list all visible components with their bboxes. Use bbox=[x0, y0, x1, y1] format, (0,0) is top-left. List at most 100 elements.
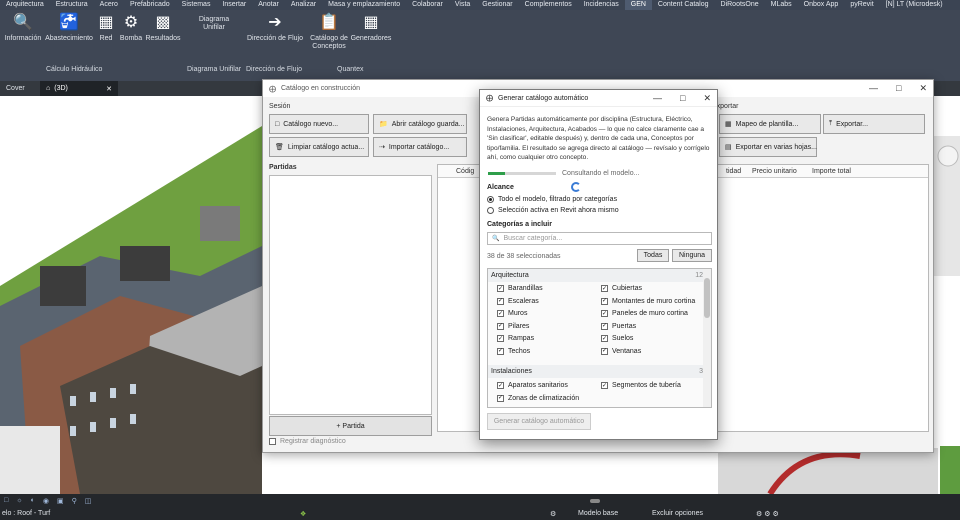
categories-list[interactable]: Arquitectura 12 ✓ Barandillas ✓ Escaleras ✓ Mu… bbox=[487, 268, 712, 408]
menu-item[interactable]: Incidencias bbox=[578, 0, 625, 10]
todas-button[interactable]: Todas bbox=[637, 249, 669, 262]
scope-seleccion-radio[interactable]: Selección activa en Revit ahora mismo bbox=[487, 207, 619, 214]
maximize-icon[interactable]: □ bbox=[896, 83, 901, 94]
generar-catalogo-button[interactable]: Generar catálogo automático bbox=[487, 413, 591, 430]
sun-icon[interactable]: ☼ bbox=[16, 497, 22, 504]
bomba-button[interactable]: ⚙ Bomba bbox=[117, 14, 145, 43]
col-importe[interactable]: Importe total bbox=[812, 168, 851, 175]
col-precio[interactable]: Precio unitario bbox=[752, 168, 797, 175]
scrollbar[interactable] bbox=[703, 269, 711, 407]
category-checkbox[interactable]: ✓ Cubiertas bbox=[601, 285, 642, 292]
menu-item[interactable]: DiRootsOne bbox=[715, 0, 765, 10]
menu-item[interactable]: Sistemas bbox=[176, 0, 217, 10]
progress-bar bbox=[488, 172, 556, 175]
shadow-icon[interactable]: ◐ bbox=[31, 497, 35, 504]
menu-item[interactable]: Content Catalog bbox=[652, 0, 715, 10]
importar-catalogo-button[interactable]: ⇢ Importar catálogo... bbox=[373, 137, 467, 157]
menu-item[interactable]: Insertar bbox=[216, 0, 252, 10]
categorias-label: Categorías a incluir bbox=[487, 221, 552, 228]
informacion-button[interactable]: 🔍 Información bbox=[4, 14, 42, 43]
scrollbar-thumb[interactable] bbox=[704, 278, 710, 318]
menu-item[interactable]: Acero bbox=[94, 0, 124, 10]
scope-todo-radio[interactable]: Todo el modelo, filtrado por categorías bbox=[487, 196, 617, 203]
menu-item[interactable]: Masa y emplazamiento bbox=[322, 0, 406, 10]
limpiar-catalogo-button[interactable]: 🗑 Limpiar catálogo actua... bbox=[269, 137, 369, 157]
category-checkbox[interactable]: ✓ Paneles de muro cortina bbox=[601, 310, 688, 317]
menu-item[interactable]: Analizar bbox=[285, 0, 322, 10]
close-icon[interactable]: ✕ bbox=[703, 93, 711, 104]
close-icon[interactable]: ✕ bbox=[919, 83, 927, 94]
scale-icon[interactable]: □ bbox=[4, 497, 8, 504]
category-checkbox[interactable]: ✓ Zonas de climatización bbox=[497, 394, 579, 402]
menu-item[interactable]: GEN bbox=[624, 0, 652, 10]
menu-item[interactable]: Prefabricado bbox=[124, 0, 176, 10]
category-checkbox[interactable]: ✓ Techos bbox=[497, 347, 530, 355]
direccion-flujo-button[interactable]: ➔ Dirección de Flujo bbox=[244, 14, 306, 43]
section-sesion: Sesión bbox=[269, 103, 291, 110]
search-icon: 🔍 bbox=[492, 236, 500, 242]
category-checkbox[interactable]: ✓ Barandillas bbox=[497, 285, 543, 292]
category-checkbox[interactable]: ✓ Puertas bbox=[601, 322, 636, 330]
home-icon: ⌂ bbox=[46, 85, 51, 92]
selection-icons[interactable]: ⚙ ⚙ ⚙ bbox=[756, 510, 779, 518]
abrir-catalogo-button[interactable]: 📁 Abrir catálogo guarda... bbox=[373, 114, 467, 134]
results-icon: ▩ bbox=[155, 14, 171, 31]
menu-item[interactable]: pyRevit bbox=[844, 0, 879, 10]
abastecimiento-button[interactable]: 🚰 Abastecimiento bbox=[44, 14, 94, 43]
ninguna-button[interactable]: Ninguna bbox=[672, 249, 712, 262]
menu-item[interactable]: Estructura bbox=[50, 0, 94, 10]
hide-icon[interactable]: ◫ bbox=[85, 497, 92, 505]
catalogo-nuevo-button[interactable]: □ Catálogo nuevo... bbox=[269, 114, 369, 134]
spinner-icon bbox=[571, 182, 581, 192]
minimize-icon[interactable]: — bbox=[869, 83, 878, 94]
design-option-model[interactable]: Modelo base bbox=[578, 510, 636, 517]
menu-item[interactable]: Onbox App bbox=[798, 0, 845, 10]
lock-icon[interactable]: ⚲ bbox=[72, 497, 77, 505]
resultados-button[interactable]: ▩ Resultados bbox=[144, 14, 182, 43]
category-checkbox[interactable]: ✓ Segmentos de tubería bbox=[601, 382, 681, 389]
red-button[interactable]: ▦ Red bbox=[96, 14, 116, 43]
menu-item[interactable]: [N] LT (Microdesk) bbox=[880, 0, 949, 10]
partidas-list[interactable] bbox=[269, 175, 432, 415]
add-partida-button[interactable]: + Partida bbox=[269, 416, 432, 436]
menu-item[interactable]: Arquitectura bbox=[0, 0, 50, 10]
menu-bar: Arquitectura Estructura Acero Prefabricado S… bbox=[0, 0, 960, 10]
diag-checkbox[interactable]: Registrar diagnóstico bbox=[269, 438, 346, 445]
category-checkbox[interactable]: ✓ Muros bbox=[497, 310, 527, 317]
scroll-handle[interactable] bbox=[590, 498, 600, 503]
category-checkbox[interactable]: ✓ Montantes de muro cortina bbox=[601, 297, 695, 305]
category-checkbox[interactable]: ✓ Rampas bbox=[497, 335, 534, 342]
exportar-hojas-button[interactable]: ▤ Exportar en varias hojas... bbox=[719, 137, 817, 157]
group-arquitectura[interactable]: Arquitectura 12 bbox=[491, 272, 703, 279]
tab-cover[interactable]: Cover bbox=[0, 81, 40, 96]
col-cantidad[interactable]: tidad bbox=[726, 168, 741, 175]
exclude-options[interactable]: Excluir opciones bbox=[636, 510, 756, 517]
menu-item[interactable]: Gestionar bbox=[476, 0, 518, 10]
catalogo-conceptos-button[interactable]: 📋 Catálogo de Conceptos bbox=[307, 14, 351, 51]
menu-item[interactable]: Anotar bbox=[252, 0, 285, 10]
col-codigo[interactable]: Códig bbox=[456, 168, 474, 175]
crop-icon[interactable]: ▣ bbox=[57, 497, 64, 505]
category-checkbox[interactable]: ✓ Escaleras bbox=[497, 297, 539, 305]
category-checkbox[interactable]: ✓ Pilares bbox=[497, 322, 529, 330]
category-checkbox[interactable]: ✓ Aparatos sanitarios bbox=[497, 382, 568, 389]
menu-item[interactable]: MLabs bbox=[765, 0, 798, 10]
mapeo-plantilla-button[interactable]: ▦ Mapeo de plantilla... bbox=[719, 114, 821, 134]
category-search-input[interactable]: 🔍 Buscar categoría... bbox=[487, 232, 712, 245]
menu-item[interactable]: Vista bbox=[449, 0, 476, 10]
category-checkbox[interactable]: ✓ Ventanas bbox=[601, 347, 641, 355]
diagrama-unifilar-button[interactable]: Diagrama Unifilar bbox=[192, 16, 236, 32]
maximize-icon[interactable]: □ bbox=[680, 93, 685, 104]
generadores-button[interactable]: ▦ Generadores bbox=[350, 14, 392, 43]
minimize-icon[interactable]: — bbox=[653, 93, 662, 104]
menu-item[interactable]: Complementos bbox=[519, 0, 578, 10]
exportar-button[interactable]: ⤒ Exportar... bbox=[823, 114, 925, 134]
tab-3d[interactable]: ⌂ (3D) ✕ bbox=[40, 81, 118, 96]
close-icon[interactable]: ✕ bbox=[106, 85, 112, 93]
menu-item[interactable]: Colaborar bbox=[406, 0, 449, 10]
category-checkbox[interactable]: ✓ Suelos bbox=[601, 335, 633, 342]
worksets-icon[interactable]: ❖ bbox=[300, 510, 550, 518]
group-instalaciones[interactable]: Instalaciones 3 bbox=[491, 368, 703, 375]
render-icon[interactable]: ◉ bbox=[43, 497, 49, 505]
filter-icon[interactable]: ⚙ bbox=[550, 510, 578, 518]
